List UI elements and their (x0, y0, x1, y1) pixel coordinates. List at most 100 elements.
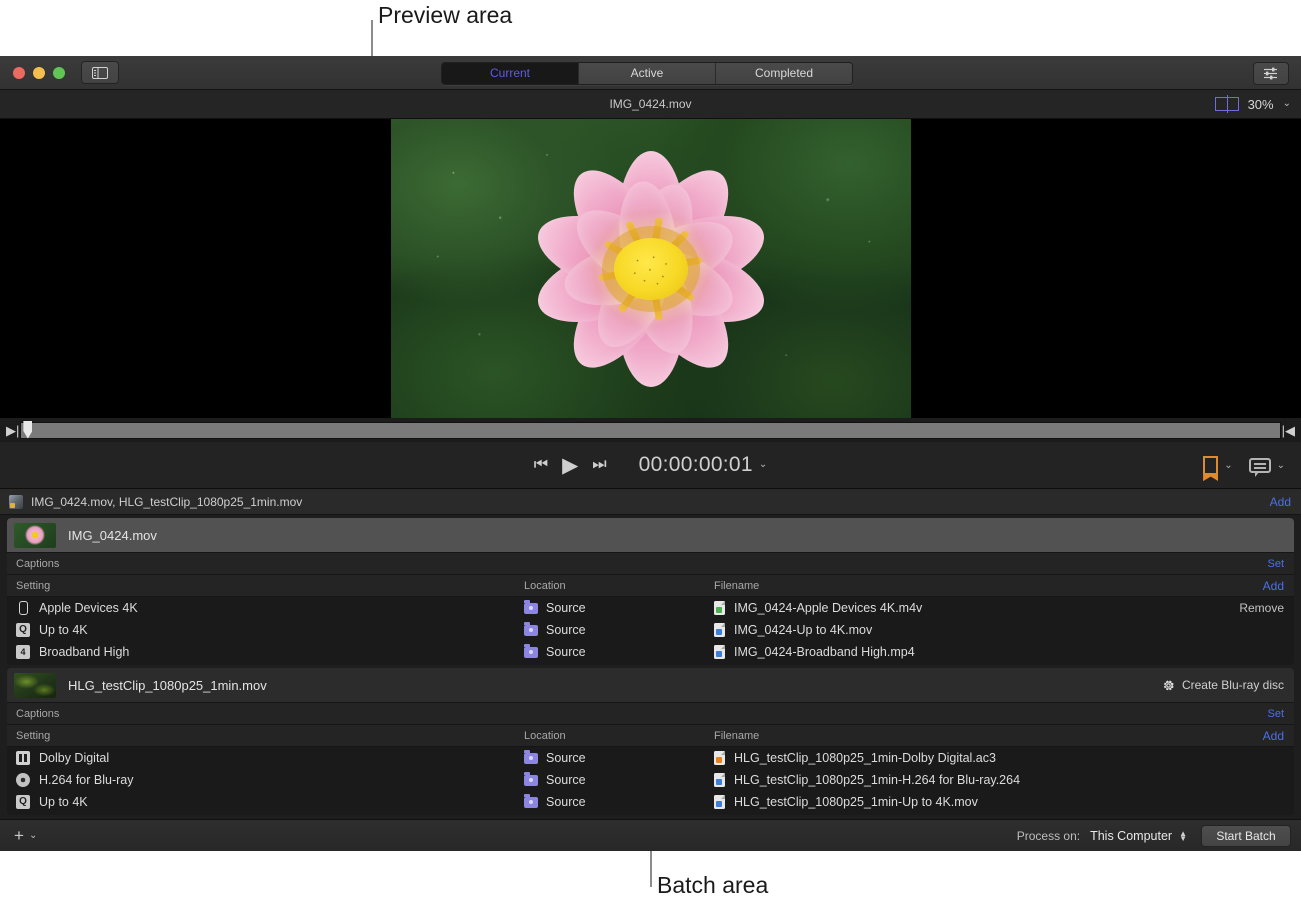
caption-bubble-icon[interactable] (1249, 458, 1271, 473)
table-row[interactable]: 4 Broadband High Source IMG_0424-Broadba… (7, 641, 1294, 663)
lotus-seed-pod (614, 238, 688, 300)
quicktime-icon: Q (16, 623, 30, 637)
job-header[interactable]: HLG_testClip_1080p25_1min.mov Create Blu… (7, 668, 1294, 702)
location-name[interactable]: Source (546, 623, 586, 637)
batch-area: IMG_0424.mov, HLG_testClip_1080p25_1min.… (0, 489, 1301, 847)
close-button[interactable] (13, 67, 25, 79)
batch-add-link[interactable]: Add (1270, 495, 1291, 509)
sidebar-toggle-button[interactable] (81, 61, 119, 84)
output-filename[interactable]: IMG_0424-Apple Devices 4K.m4v (734, 601, 922, 615)
setting-name: H.264 for Blu-ray (39, 773, 133, 787)
batch-header: IMG_0424.mov, HLG_testClip_1080p25_1min.… (0, 489, 1301, 515)
job-item[interactable]: IMG_0424.mov Captions Set Setting Locati… (7, 518, 1294, 665)
setting-name: Apple Devices 4K (39, 601, 138, 615)
zoom-button[interactable] (53, 67, 65, 79)
batch-area-callout-label: Batch area (657, 872, 768, 899)
output-filename[interactable]: IMG_0424-Broadband High.mp4 (734, 645, 915, 659)
mov-document-icon (714, 795, 725, 809)
ac3-document-icon (714, 751, 725, 765)
remove-output-button[interactable]: Remove (1224, 601, 1284, 615)
table-row[interactable]: Apple Devices 4K Source IMG_0424-Apple D… (7, 597, 1294, 619)
mp4-document-icon (714, 645, 725, 659)
gear-icon (1162, 679, 1175, 692)
scrubber-bar[interactable]: ▶| |◀ (0, 418, 1301, 442)
table-row[interactable]: Q Up to 4K Source HLG_testClip_1080p25_1… (7, 791, 1294, 813)
process-on-value: This Computer (1090, 829, 1172, 843)
output-add-link[interactable]: Add (1224, 579, 1284, 593)
minimize-button[interactable] (33, 67, 45, 79)
transport-controls: ⏮ ▶ ⏭ 00:00:00:01 ⌄ ⌄ ⌄ (0, 442, 1301, 489)
output-filename[interactable]: IMG_0424-Up to 4K.mov (734, 623, 872, 637)
preview-area[interactable] (0, 119, 1301, 418)
preview-header-controls: 30% ⌄ (1215, 90, 1291, 118)
chevron-down-icon[interactable]: ⌄ (1283, 99, 1291, 109)
marker-chevron-down-icon[interactable]: ⌄ (1224, 460, 1232, 471)
location-name[interactable]: Source (546, 773, 586, 787)
device-icon (19, 601, 28, 615)
captions-row[interactable]: Captions Set (7, 552, 1294, 575)
tab-completed[interactable]: Completed (716, 63, 852, 84)
job-item[interactable]: HLG_testClip_1080p25_1min.mov Create Blu… (7, 668, 1294, 815)
start-batch-button[interactable]: Start Batch (1201, 825, 1291, 847)
captions-set-link[interactable]: Set (1267, 708, 1284, 720)
location-name[interactable]: Source (546, 645, 586, 659)
location-name[interactable]: Source (546, 601, 586, 615)
location-name[interactable]: Source (546, 751, 586, 765)
create-bluray-disc-label: Create Blu-ray disc (1182, 678, 1284, 692)
location-name[interactable]: Source (546, 795, 586, 809)
dolby-digital-icon (16, 751, 30, 765)
output-add-link[interactable]: Add (1224, 729, 1284, 743)
folder-icon (524, 603, 538, 614)
m4v-document-icon (714, 601, 725, 615)
chevron-down-icon[interactable]: ⌄ (29, 831, 37, 841)
scrub-start-icon[interactable]: ▶| (6, 424, 19, 437)
batch-icon (9, 495, 23, 509)
setting-name: Broadband High (39, 645, 129, 659)
skip-to-start-icon[interactable]: ⏮ (534, 457, 548, 473)
setting-name: Up to 4K (39, 795, 88, 809)
skip-to-end-icon[interactable]: ⏭ (592, 457, 606, 473)
video-preview-frame (391, 119, 911, 418)
output-filename[interactable]: HLG_testClip_1080p25_1min-Dolby Digital.… (734, 751, 996, 765)
play-icon[interactable]: ▶ (562, 455, 578, 476)
scrubber-track[interactable] (20, 422, 1280, 439)
process-on-dropdown[interactable]: This Computer ▲▼ (1090, 829, 1187, 843)
screenshot-root: Preview area Batch area Curr (0, 0, 1301, 915)
timecode-display[interactable]: 00:00:00:01 (639, 453, 753, 477)
quicktime-icon: Q (16, 795, 30, 809)
captions-label: Captions (16, 558, 1267, 570)
tab-active[interactable]: Active (579, 63, 716, 84)
bookmark-icon[interactable] (1203, 456, 1218, 474)
table-row[interactable]: Q Up to 4K Source IMG_0424-Up to 4K.mov (7, 619, 1294, 641)
inspector-toggle-button[interactable] (1253, 62, 1289, 85)
split-view-icon[interactable] (1215, 97, 1239, 111)
folder-icon (524, 625, 538, 636)
scrub-end-icon[interactable]: |◀ (1282, 424, 1295, 437)
column-header-filename: Filename (714, 580, 1224, 592)
column-header-location: Location (524, 580, 714, 592)
output-filename[interactable]: HLG_testClip_1080p25_1min-H.264 for Blu-… (734, 773, 1020, 787)
column-header-setting: Setting (16, 580, 524, 592)
transport-right-controls: ⌄ ⌄ (1203, 442, 1285, 488)
table-row[interactable]: Dolby Digital Source HLG_testClip_1080p2… (7, 747, 1294, 769)
timecode-chevron-down-icon[interactable]: ⌄ (759, 460, 767, 470)
captions-set-link[interactable]: Set (1267, 558, 1284, 570)
caption-chevron-down-icon[interactable]: ⌄ (1277, 460, 1285, 471)
traffic-lights (13, 67, 65, 79)
zoom-level-value[interactable]: 30% (1248, 97, 1274, 112)
table-row[interactable]: H.264 for Blu-ray Source HLG_testClip_10… (7, 769, 1294, 791)
job-name: IMG_0424.mov (68, 528, 1284, 543)
output-filename[interactable]: HLG_testClip_1080p25_1min-Up to 4K.mov (734, 795, 978, 809)
job-header[interactable]: IMG_0424.mov (7, 518, 1294, 552)
setting-name: Dolby Digital (39, 751, 109, 765)
add-file-button[interactable]: + ⌄ (14, 827, 37, 844)
playhead-handle[interactable] (23, 421, 32, 439)
view-mode-segmented-control[interactable]: Current Active Completed (441, 62, 853, 85)
captions-row[interactable]: Captions Set (7, 702, 1294, 725)
folder-icon (524, 753, 538, 764)
sliders-icon (1263, 67, 1279, 80)
captions-label: Captions (16, 708, 1267, 720)
tab-current[interactable]: Current (442, 63, 579, 84)
mp4-icon: 4 (16, 645, 30, 659)
create-bluray-disc-button[interactable]: Create Blu-ray disc (1162, 678, 1284, 692)
